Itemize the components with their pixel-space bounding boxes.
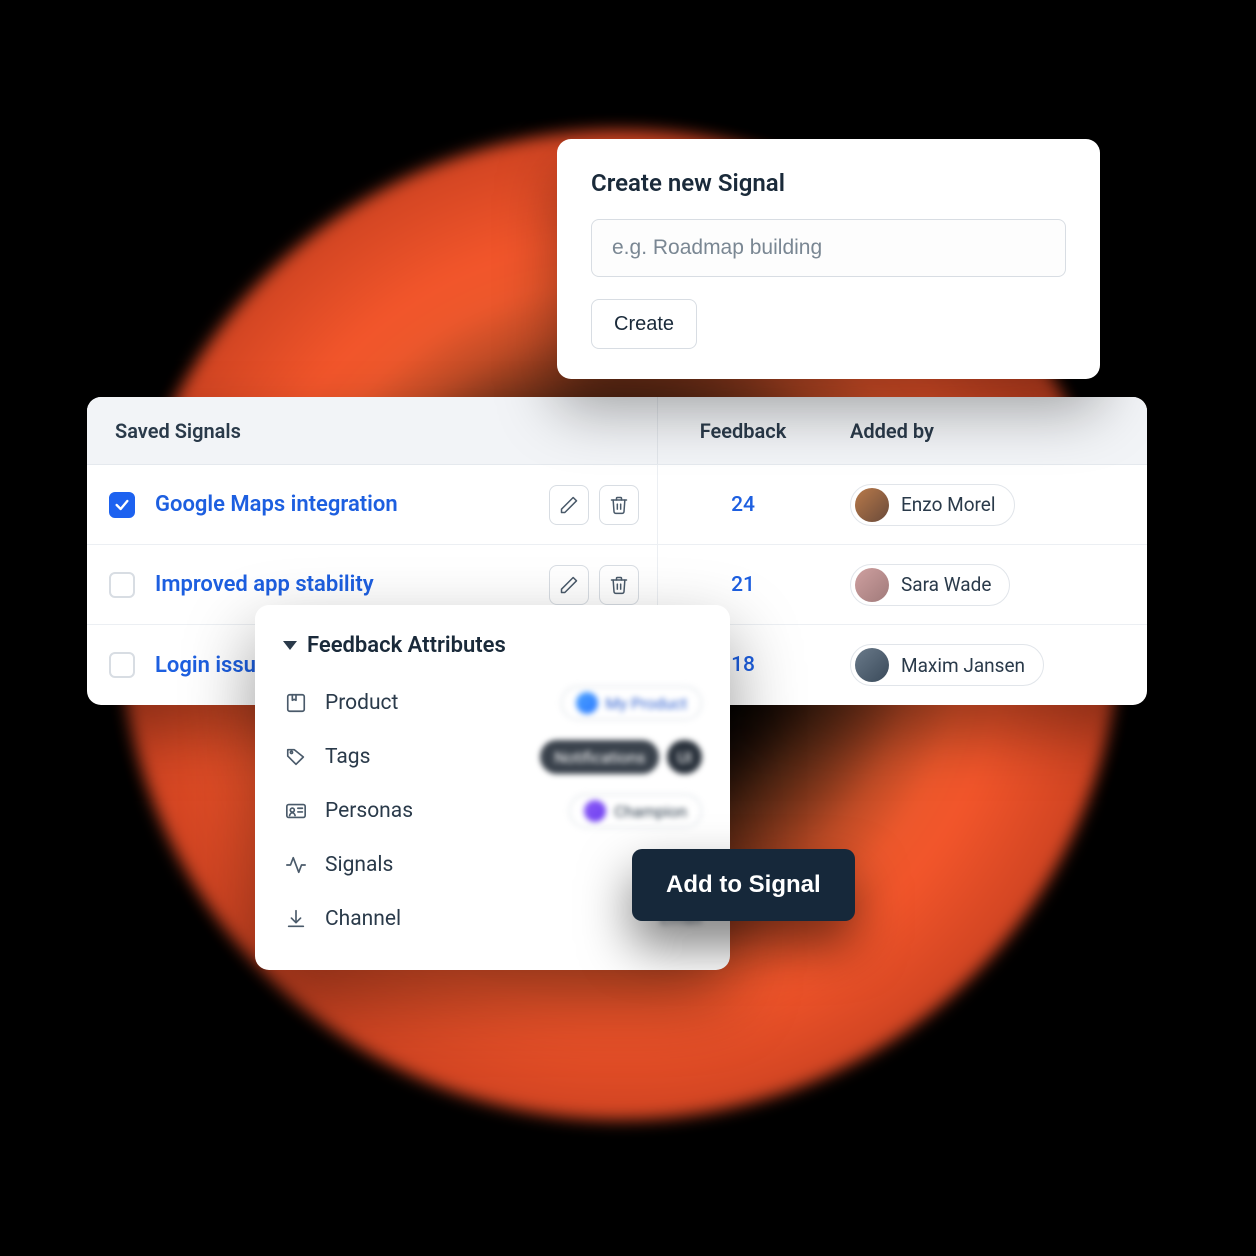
caret-down-icon (283, 641, 297, 650)
signal-title[interactable]: Login issu (155, 653, 256, 678)
user-name: Enzo Morel (901, 493, 996, 516)
attribute-label: Tags (325, 745, 370, 769)
user-chip[interactable]: Enzo Morel (850, 484, 1015, 526)
header-feedback: Feedback (658, 419, 828, 443)
persona-pill[interactable]: Champion (569, 794, 702, 828)
download-icon (283, 908, 309, 930)
delete-button[interactable] (599, 485, 639, 525)
feedback-count[interactable]: 24 (658, 493, 828, 517)
persona-icon (283, 800, 309, 822)
trash-icon (609, 575, 629, 595)
trash-icon (609, 495, 629, 515)
table-header: Saved Signals Feedback Added by (87, 397, 1147, 465)
pencil-icon (559, 495, 579, 515)
avatar (855, 648, 889, 682)
attribute-label: Channel (325, 907, 401, 931)
activity-icon (283, 854, 309, 876)
edit-button[interactable] (549, 485, 589, 525)
header-saved-signals: Saved Signals (87, 419, 657, 443)
attribute-label: Personas (325, 799, 413, 823)
popover-header[interactable]: Feedback Attributes (283, 633, 702, 658)
user-chip[interactable]: Sara Wade (850, 564, 1010, 606)
tag-pill[interactable]: UI (667, 740, 702, 774)
feedback-count[interactable]: 21 (658, 573, 828, 597)
create-signal-title: Create new Signal (591, 169, 1066, 197)
tag-icon (283, 746, 309, 768)
avatar (855, 568, 889, 602)
popover-title: Feedback Attributes (307, 633, 506, 658)
user-chip[interactable]: Maxim Jansen (850, 644, 1044, 686)
signal-title[interactable]: Google Maps integration (155, 492, 398, 517)
tag-pill[interactable]: Notifications (540, 740, 659, 774)
pencil-icon (559, 575, 579, 595)
user-name: Maxim Jansen (901, 654, 1025, 677)
signal-name-input[interactable] (591, 219, 1066, 277)
attribute-label: Product (325, 691, 398, 715)
product-icon (283, 692, 309, 714)
attribute-product[interactable]: Product My Product (283, 676, 702, 730)
edit-button[interactable] (549, 565, 589, 605)
avatar (855, 488, 889, 522)
attribute-personas[interactable]: Personas Champion (283, 784, 702, 838)
create-button[interactable]: Create (591, 299, 697, 349)
product-pill[interactable]: My Product (561, 686, 702, 720)
create-signal-card: Create new Signal Create (557, 139, 1100, 379)
header-added-by: Added by (828, 419, 1147, 443)
attribute-label: Signals (325, 853, 393, 877)
signal-title[interactable]: Improved app stability (155, 572, 374, 597)
row-checkbox[interactable] (109, 652, 135, 678)
user-name: Sara Wade (901, 573, 991, 596)
add-to-signal-button[interactable]: Add to Signal (632, 849, 855, 921)
row-checkbox[interactable] (109, 572, 135, 598)
table-row: Google Maps integration 24 Enzo Morel (87, 465, 1147, 545)
row-checkbox[interactable] (109, 492, 135, 518)
attribute-tags[interactable]: Tags Notifications UI (283, 730, 702, 784)
delete-button[interactable] (599, 565, 639, 605)
